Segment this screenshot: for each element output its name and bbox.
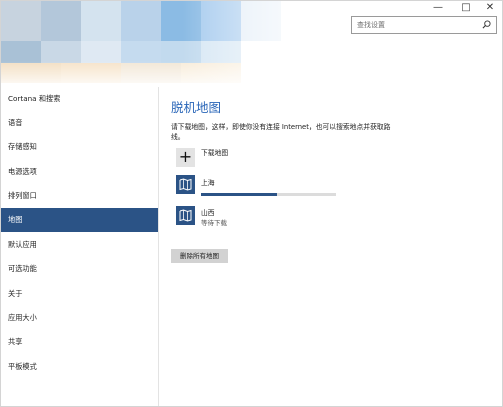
sidebar-item-app-sizes[interactable]: 应用大小 [1, 306, 158, 330]
title-bar: — □ ✕ [1, 1, 502, 15]
sidebar-item-storage-sense[interactable]: 存储感知 [1, 135, 158, 159]
sidebar-item-about[interactable]: 关于 [1, 282, 158, 306]
sidebar-item-multitasking[interactable]: 排列窗口 [1, 184, 158, 208]
sidebar-item-maps[interactable]: 地图 [1, 208, 158, 232]
map-tile-shanxi[interactable] [176, 206, 195, 225]
map-status-shanxi: 等待下载 [201, 219, 227, 227]
sidebar-item-tablet-mode[interactable]: 平板模式 [1, 355, 158, 379]
maximize-icon: □ [461, 2, 471, 13]
close-button[interactable]: ✕ [477, 1, 503, 15]
map-name-shanxi: 山西 [201, 209, 215, 217]
sidebar-item-cortana[interactable]: Cortana 和搜索 [1, 87, 158, 111]
minimize-icon: — [433, 2, 443, 13]
sidebar-item-share[interactable]: 共享 [1, 330, 158, 354]
close-icon: ✕ [485, 2, 495, 13]
map-tile-shanghai[interactable] [176, 175, 195, 194]
maximize-button[interactable]: □ [453, 1, 479, 15]
page-description: 请下载地图，这样，即使你没有连接 Internet，也可以搜索地点并获取路线。 [171, 123, 391, 141]
sidebar-item-power-options[interactable]: 电源选项 [1, 160, 158, 184]
minimize-button[interactable]: — [425, 1, 451, 15]
download-progress-bar [201, 193, 336, 196]
settings-window: — □ ✕ 查找设置 Cortana 和搜索 语音 存储感知 电源选项 排列窗口… [0, 0, 503, 407]
search-input[interactable]: 查找设置 [351, 16, 497, 34]
download-maps-label[interactable]: 下载地图 [201, 147, 228, 157]
sidebar: Cortana 和搜索 语音 存储感知 电源选项 排列窗口 地图 默认应用 可选… [1, 87, 159, 406]
search-placeholder: 查找设置 [357, 21, 385, 29]
download-progress-fill [201, 193, 277, 196]
sidebar-item-optional-features[interactable]: 可选功能 [1, 257, 158, 281]
page-title: 脱机地图 [171, 100, 222, 115]
sidebar-item-speech[interactable]: 语音 [1, 111, 158, 135]
delete-all-maps-button[interactable]: 删除所有地图 [171, 249, 228, 263]
main-content: 脱机地图 请下载地图，这样，即使你没有连接 Internet，也可以搜索地点并获… [159, 87, 502, 406]
map-name-shanghai: 上海 [201, 179, 215, 187]
plus-icon: + [178, 147, 193, 166]
sidebar-item-default-apps[interactable]: 默认应用 [1, 233, 158, 257]
map-icon [179, 209, 192, 222]
search-icon [482, 20, 491, 29]
map-icon [179, 178, 192, 191]
download-maps-button[interactable]: + [176, 148, 195, 167]
